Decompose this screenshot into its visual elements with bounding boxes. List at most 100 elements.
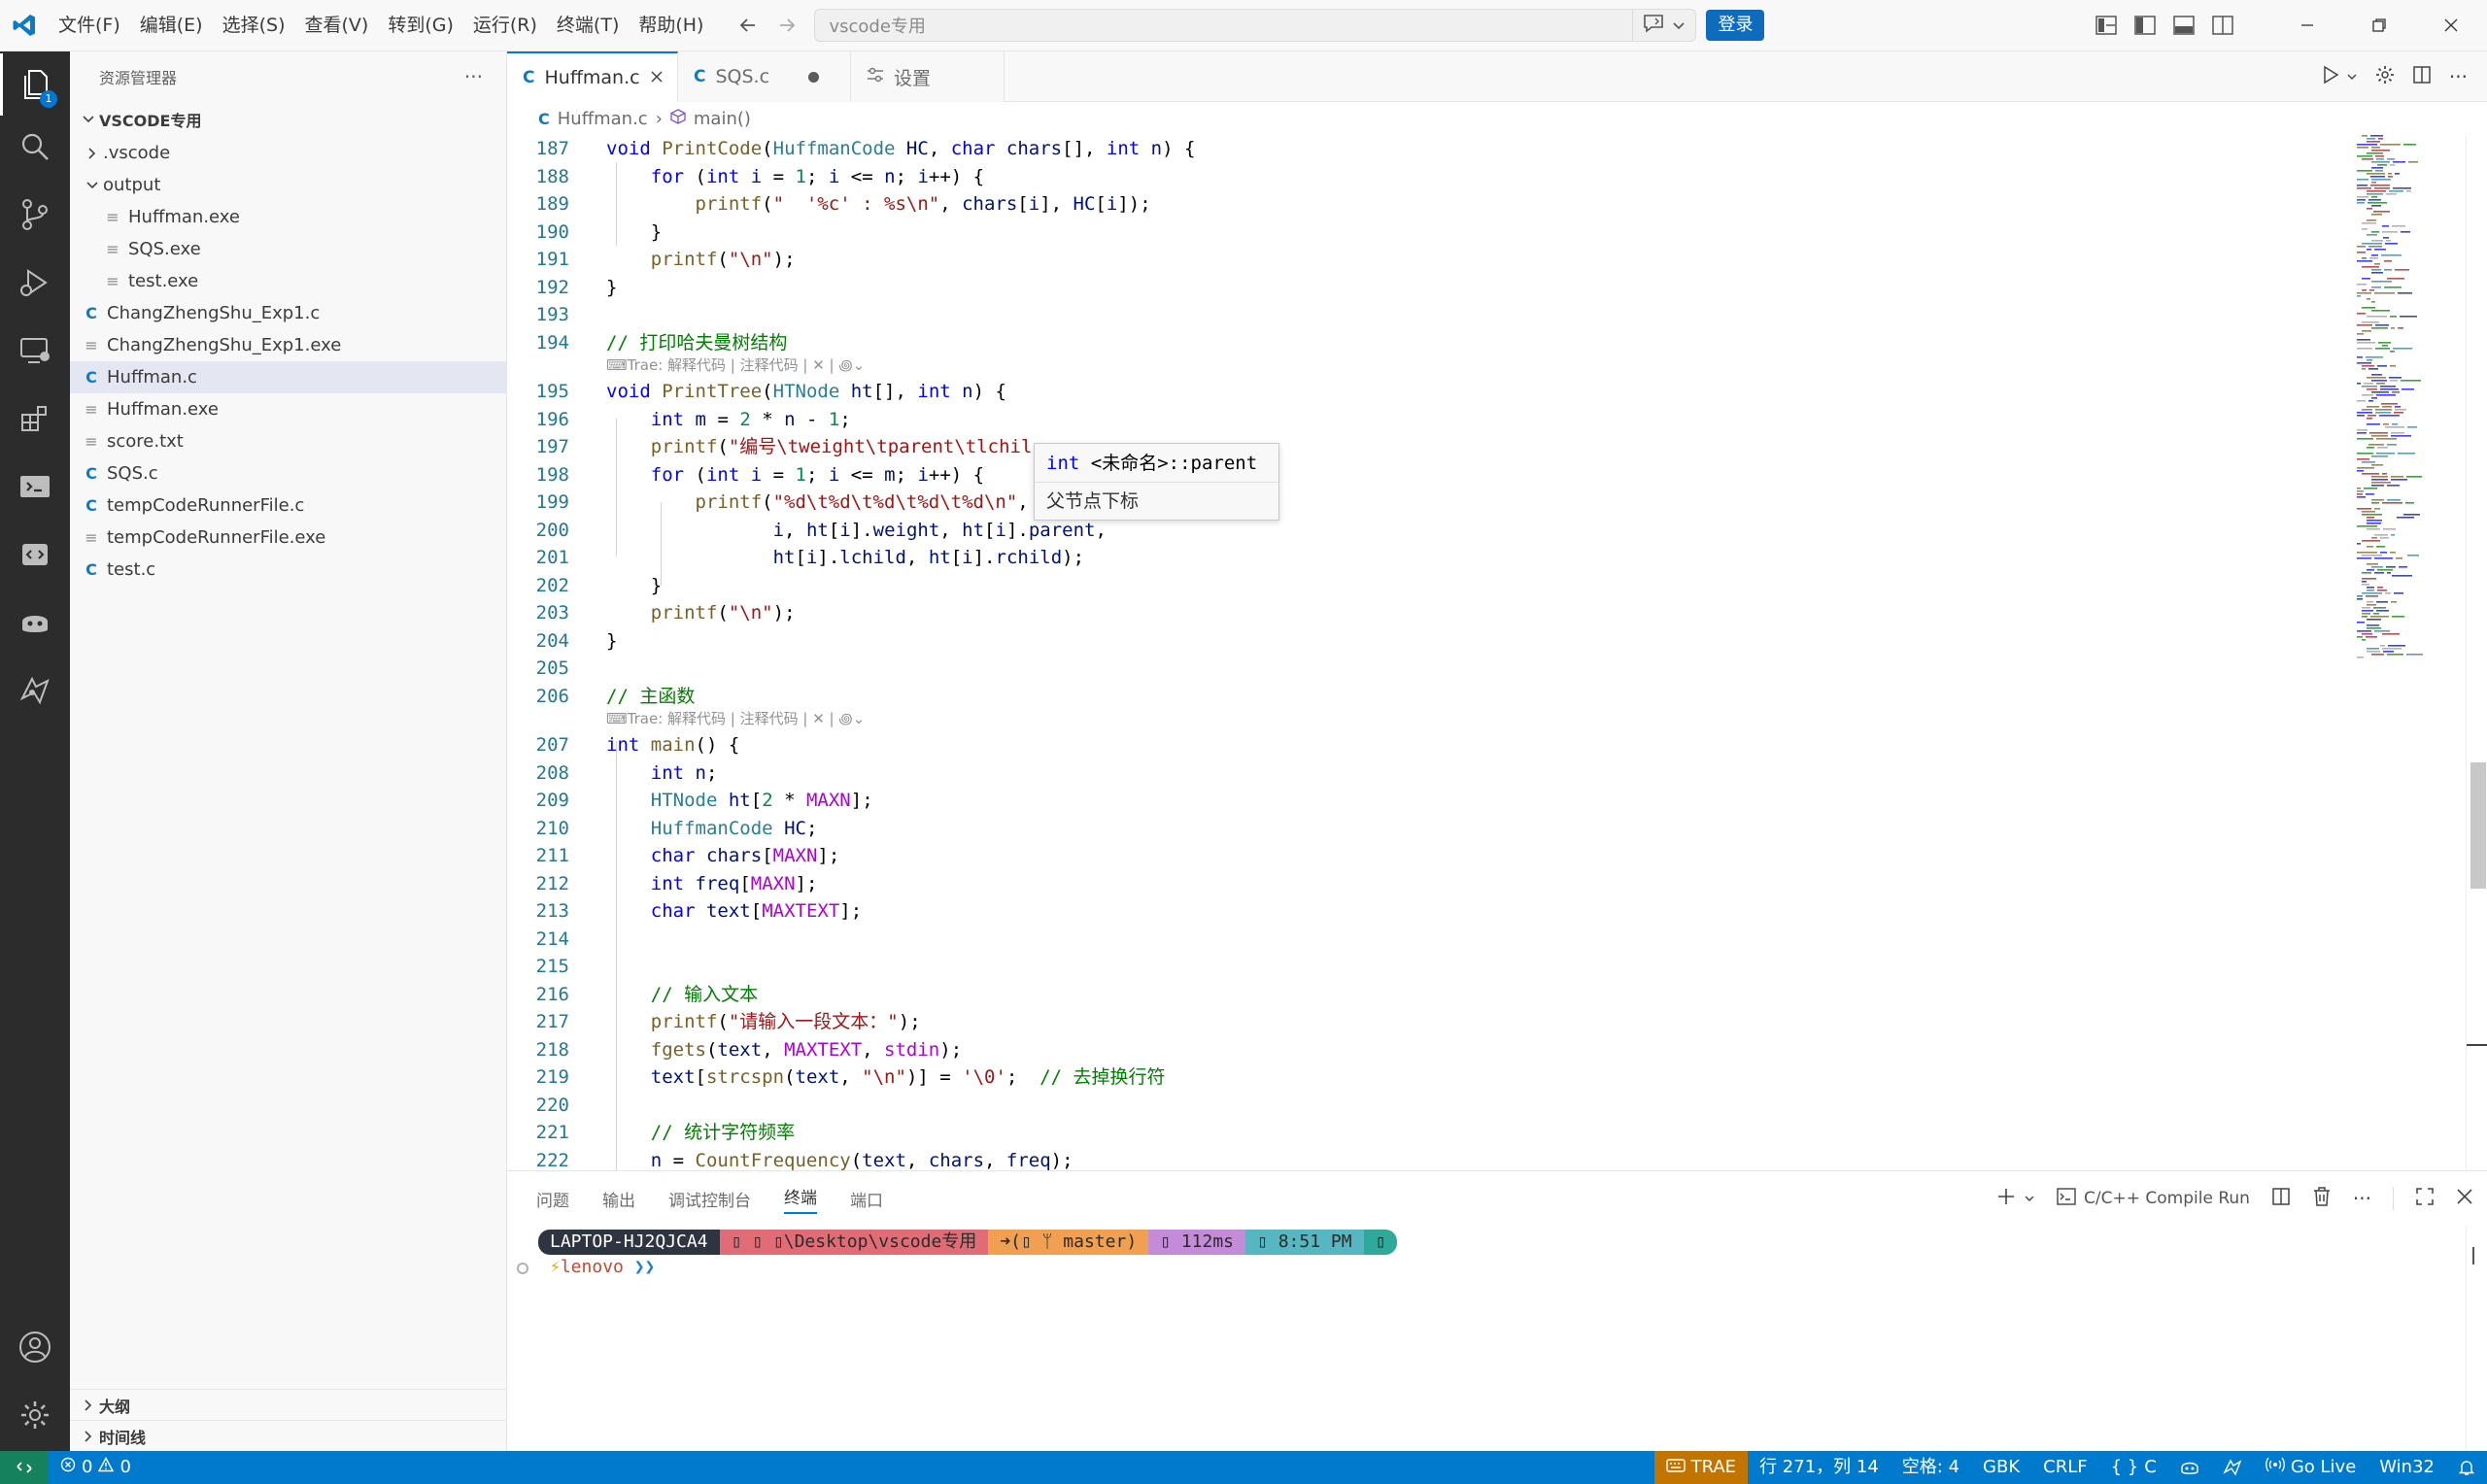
tab-huffman-c[interactable]: C Huffman.c bbox=[507, 51, 678, 102]
code-line[interactable]: 190 } bbox=[507, 219, 2353, 247]
customize-layout-icon[interactable] bbox=[2087, 0, 2126, 51]
breadcrumb-file[interactable]: Huffman.c bbox=[558, 109, 648, 129]
code-line[interactable]: 198 for (int i = 1; i <= m; i++) { bbox=[507, 461, 2353, 489]
code-line[interactable]: 210 HuffmanCode HC; bbox=[507, 815, 2353, 843]
toggle-primary-sidebar-icon[interactable] bbox=[2126, 0, 2164, 51]
code-line[interactable]: 199 printf("%d\t%d\t%d\t%d\t%d\n", bbox=[507, 489, 2353, 517]
scrollbar-thumb[interactable] bbox=[2470, 762, 2486, 889]
code-line[interactable]: 215 bbox=[507, 953, 2353, 981]
code-line[interactable]: 194 // 打印哈夫曼树结构 bbox=[507, 329, 2353, 357]
copilot-status-icon[interactable] bbox=[2168, 1451, 2211, 1484]
menu-item[interactable]: 帮助(H) bbox=[629, 0, 713, 51]
tree-file[interactable]: CtempCodeRunnerFile.c bbox=[70, 489, 506, 522]
menu-item[interactable]: 转到(G) bbox=[378, 0, 463, 51]
code-line[interactable]: 206 // 主函数 bbox=[507, 683, 2353, 711]
menu-item[interactable]: 终端(T) bbox=[547, 0, 629, 51]
toggle-secondary-sidebar-icon[interactable] bbox=[2203, 0, 2242, 51]
code-line[interactable]: 205 bbox=[507, 655, 2353, 683]
minimap[interactable] bbox=[2353, 135, 2466, 1170]
code-editor[interactable]: 187 void PrintCode(HuffmanCode HC, char c… bbox=[507, 135, 2353, 1170]
search-icon[interactable] bbox=[0, 116, 70, 178]
code-line[interactable]: 191 printf("\n"); bbox=[507, 246, 2353, 274]
code-line[interactable]: 217 printf("请输入一段文本："); bbox=[507, 1008, 2353, 1036]
source-control-icon[interactable] bbox=[0, 184, 70, 246]
menu-item[interactable]: 查看(V) bbox=[295, 0, 379, 51]
run-code-icon[interactable] bbox=[2321, 65, 2340, 88]
toggle-panel-icon[interactable] bbox=[2164, 0, 2203, 51]
outline-section[interactable]: 大纲 bbox=[70, 1389, 507, 1420]
trae-ai-icon[interactable] bbox=[0, 659, 70, 722]
new-terminal-icon[interactable] bbox=[1996, 1187, 2016, 1211]
remote-window-icon[interactable] bbox=[0, 455, 70, 518]
problems-status[interactable]: 0 0 bbox=[49, 1451, 143, 1484]
code-line[interactable]: 201 ht[i].lchild, ht[i].rchild); bbox=[507, 544, 2353, 572]
trae-status[interactable]: TRAE bbox=[1653, 1451, 1749, 1484]
indentation[interactable]: 空格: 4 bbox=[1891, 1451, 1971, 1484]
code-line[interactable]: 212 int freq[MAXN]; bbox=[507, 870, 2353, 898]
code-line[interactable]: 197 printf("编号\tweight\tparent\tlchil bbox=[507, 433, 2353, 461]
timeline-section[interactable]: 时间线 bbox=[70, 1420, 507, 1451]
tree-file[interactable]: ≡ score.txt bbox=[70, 425, 506, 457]
code-line[interactable]: 218 fgets(text, MAXTEXT, stdin); bbox=[507, 1036, 2353, 1064]
code-line[interactable]: 203 printf("\n"); bbox=[507, 599, 2353, 627]
code-line[interactable]: 189 printf(" '%c' : %s\n", chars[i], HC[… bbox=[507, 190, 2353, 219]
close-tab-icon[interactable] bbox=[650, 67, 664, 88]
terminal-scrollbar[interactable] bbox=[2466, 1226, 2487, 1452]
tree-file[interactable]: ≡ ChangZhengShu_Exp1.exe bbox=[70, 329, 506, 361]
code-line[interactable]: 220 bbox=[507, 1092, 2353, 1120]
code-line[interactable]: 192} bbox=[507, 274, 2353, 302]
menu-item[interactable]: 文件(F) bbox=[49, 0, 130, 51]
trae-codelens[interactable]: ⌨Trae: 解释代码 | 注释代码 | ✕ | ꩜⌄ bbox=[606, 354, 865, 376]
encoding[interactable]: GBK bbox=[1971, 1451, 2031, 1484]
restore-icon[interactable] bbox=[2343, 0, 2415, 51]
breadcrumb-symbol[interactable]: main() bbox=[694, 109, 751, 129]
cursor-position[interactable]: 行 271，列 14 bbox=[1748, 1451, 1891, 1484]
run-debug-icon[interactable] bbox=[0, 252, 70, 314]
panel-tab[interactable]: 输出 bbox=[602, 1187, 635, 1211]
code-runner-icon[interactable] bbox=[0, 523, 70, 586]
close-panel-icon[interactable] bbox=[2456, 1188, 2473, 1210]
chat-icon[interactable] bbox=[1643, 14, 1664, 37]
tree-folder[interactable]: output bbox=[70, 169, 506, 201]
code-line[interactable]: 209 HTNode ht[2 * MAXN]; bbox=[507, 787, 2353, 815]
code-line[interactable]: 219 text[strcspn(text, "\n")] = '\0'; //… bbox=[507, 1063, 2353, 1092]
account-icon[interactable] bbox=[0, 1316, 70, 1378]
code-line[interactable]: 196 int m = 2 * n - 1; bbox=[507, 406, 2353, 434]
chevron-down-icon[interactable] bbox=[2024, 1189, 2035, 1208]
maximize-panel-icon[interactable] bbox=[2415, 1187, 2435, 1211]
tree-file[interactable]: C Huffman.c bbox=[70, 361, 506, 393]
code-line[interactable]: 207 int main() { bbox=[507, 731, 2353, 759]
chevron-down-icon[interactable] bbox=[2346, 67, 2358, 85]
extensions-icon[interactable] bbox=[0, 388, 70, 450]
code-line[interactable]: 200 i, ht[i].weight, ht[i].parent, bbox=[507, 517, 2353, 545]
platform[interactable]: Win32 bbox=[2368, 1451, 2446, 1484]
trash-icon[interactable] bbox=[2312, 1186, 2332, 1212]
copilot-icon[interactable] bbox=[0, 591, 70, 654]
trae-ai-status-icon[interactable] bbox=[2211, 1451, 2254, 1484]
tree-file[interactable]: Ctest.c bbox=[70, 554, 506, 586]
tab-sqs-c[interactable]: C SQS.c bbox=[678, 51, 851, 102]
back-arrow-icon[interactable] bbox=[736, 14, 760, 37]
end-of-line[interactable]: CRLF bbox=[2031, 1451, 2098, 1484]
remote-indicator-icon[interactable] bbox=[0, 1451, 49, 1484]
code-line[interactable]: 187 void PrintCode(HuffmanCode HC, char c… bbox=[507, 135, 2353, 163]
panel-tab[interactable]: 终端 bbox=[784, 1184, 817, 1214]
close-window-icon[interactable] bbox=[2415, 0, 2487, 51]
panel-tab[interactable]: 端口 bbox=[850, 1187, 883, 1211]
forward-arrow-icon[interactable] bbox=[775, 14, 799, 37]
explorer-icon[interactable]: 1 bbox=[0, 53, 70, 116]
minimize-icon[interactable] bbox=[2271, 0, 2343, 51]
code-line[interactable]: 222 n = CountFrequency(text, chars, freq… bbox=[507, 1147, 2353, 1171]
code-line[interactable]: 208 int n; bbox=[507, 759, 2353, 788]
code-line[interactable]: 221 // 统计字符频率 bbox=[507, 1119, 2353, 1147]
chevron-down-icon[interactable] bbox=[1672, 17, 1686, 35]
code-line[interactable]: 202 } bbox=[507, 572, 2353, 600]
code-line[interactable]: 213 char text[MAXTEXT]; bbox=[507, 897, 2353, 926]
tree-file[interactable]: ≡ Huffman.exe bbox=[70, 201, 506, 233]
gear-icon[interactable] bbox=[2375, 65, 2395, 88]
tree-file[interactable]: ≡ Huffman.exe bbox=[70, 393, 506, 425]
code-line[interactable]: 211 char chars[MAXN]; bbox=[507, 842, 2353, 870]
tab-settings[interactable]: 设置 bbox=[851, 51, 1005, 102]
panel-tab[interactable]: 调试控制台 bbox=[668, 1187, 751, 1211]
tree-folder[interactable]: .vscode bbox=[70, 137, 506, 169]
